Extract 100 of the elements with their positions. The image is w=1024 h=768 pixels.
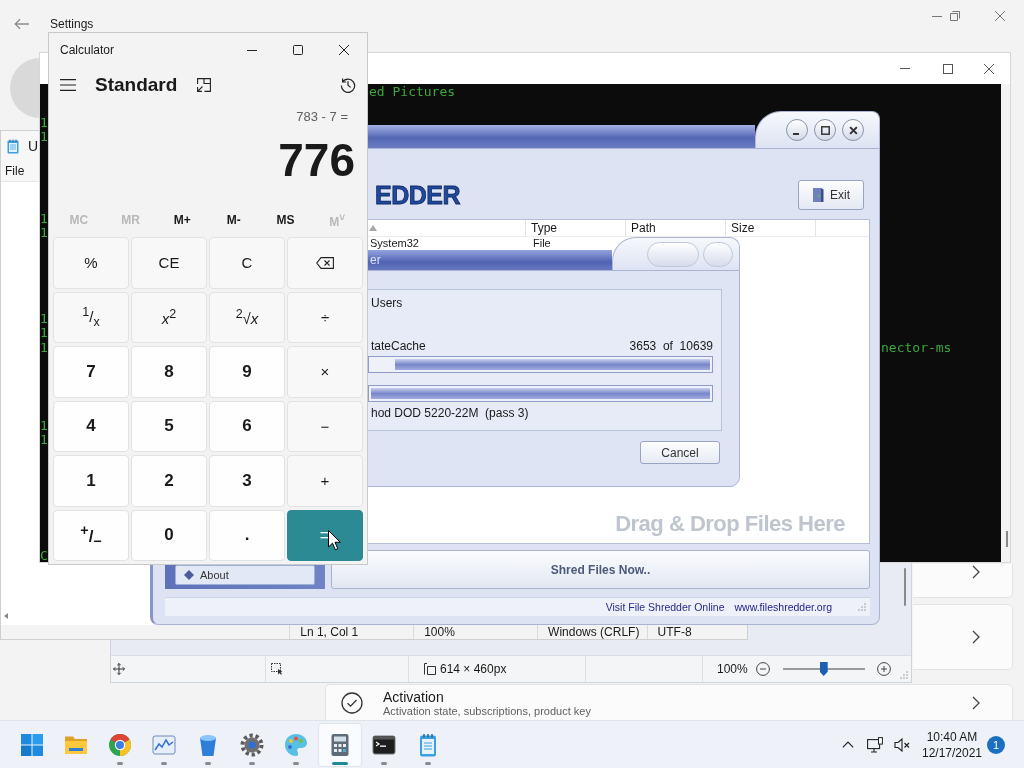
sidebar-button[interactable]: About <box>175 565 315 585</box>
resize-grip-icon[interactable] <box>858 603 866 611</box>
window-title: Settings <box>50 17 94 31</box>
calculator-key[interactable]: $^{+}$/$_{−}$ <box>53 509 129 561</box>
terminal-text: 1 <box>40 225 48 240</box>
scroll-left-icon[interactable] <box>4 612 8 619</box>
chart-window-icon <box>152 732 176 757</box>
canvas-size-text: 614 × 460px <box>440 662 507 676</box>
scrollbar-thumb[interactable] <box>1006 531 1008 547</box>
speaker-muted-icon[interactable] <box>894 736 910 753</box>
notification-badge[interactable]: 1 <box>987 735 1005 754</box>
terminal-text: 1 <box>40 115 48 130</box>
minimize-icon <box>793 132 799 135</box>
terminal-icon <box>372 732 396 757</box>
calculator-key[interactable]: $^{1}$/$_{x}$ <box>53 291 129 343</box>
selection-icon <box>271 663 283 675</box>
calculator-key[interactable]: 3 <box>209 455 285 507</box>
calculator-key[interactable]: 1 <box>53 455 129 507</box>
expression-text: 783 - 7 = <box>295 110 349 124</box>
close-icon[interactable] <box>339 45 349 55</box>
calculator-key[interactable]: × <box>287 346 363 398</box>
maximize-icon[interactable] <box>293 45 303 55</box>
zoom-out-icon[interactable] <box>755 662 770 676</box>
calculator-key[interactable]: CE <box>131 237 207 289</box>
calculator-key[interactable]: 8 <box>131 346 207 398</box>
calculator-key[interactable]: C <box>209 237 285 289</box>
calculator-key[interactable]: 6 <box>209 400 285 452</box>
history-icon[interactable] <box>340 77 356 93</box>
terminal-text: 1 <box>40 432 48 447</box>
zoom-level-text: 100% <box>717 662 748 676</box>
cancel-button[interactable]: Cancel <box>640 441 720 464</box>
calculator-key[interactable]: − <box>287 400 363 452</box>
calculator-key[interactable]: . <box>209 509 285 561</box>
caret-up-icon[interactable] <box>842 741 854 748</box>
column-header[interactable]: Path <box>626 220 726 236</box>
website-link[interactable]: www.fileshredder.org <box>734 601 832 613</box>
chevron-right-icon <box>972 695 980 710</box>
minimize-icon[interactable] <box>899 68 910 69</box>
close-button[interactable] <box>842 119 864 141</box>
menu-icon[interactable] <box>60 79 76 91</box>
clock[interactable]: 10:40 AM 12/17/2021 <box>921 728 983 761</box>
monitor-icon[interactable] <box>867 736 883 753</box>
column-header[interactable]: Size <box>726 220 816 236</box>
keep-on-top-icon[interactable] <box>197 78 212 92</box>
method-text: hod DOD 5220-22M (pass 3) <box>371 406 530 420</box>
calculator-key[interactable]: $^{2}$√x <box>209 291 285 343</box>
sort-arrow-icon[interactable] <box>369 225 377 231</box>
settings-card[interactable]: Activation Activation state, subscriptions, product key <box>325 684 1013 720</box>
result-display: 776 <box>277 133 356 188</box>
card-subtitle: Activation state, subscriptions, product key <box>383 705 591 717</box>
slider-thumb[interactable] <box>819 662 828 676</box>
calculator-key[interactable] <box>287 237 363 289</box>
diamond-icon <box>184 570 194 580</box>
browser-icon <box>108 732 132 757</box>
memory-button[interactable]: MS <box>259 208 312 232</box>
mode-title: Standard <box>95 74 178 96</box>
exit-button[interactable]: Exit <box>798 180 864 210</box>
resize-grip-icon[interactable] <box>900 671 908 679</box>
table-cell-text: System32 <box>369 237 420 249</box>
backspace-icon <box>316 256 334 269</box>
back-arrow-icon[interactable] <box>14 18 30 30</box>
minimize-button[interactable] <box>786 119 808 141</box>
window-title: Calculator <box>60 43 115 57</box>
scrollbar-thumb[interactable] <box>904 568 906 606</box>
calculator-key[interactable]: x$^{2}$ <box>131 291 207 343</box>
close-icon[interactable] <box>984 63 994 74</box>
gear-icon <box>240 732 264 757</box>
maximize-icon[interactable] <box>942 63 953 74</box>
minimize-icon[interactable] <box>247 49 257 51</box>
folder-path-text: Users <box>371 296 404 310</box>
calculator-key[interactable]: 2 <box>131 455 207 507</box>
terminal-text: 1 <box>40 325 48 340</box>
terminal-text: 1 <box>40 211 48 226</box>
calculator-key[interactable]: 4 <box>53 400 129 452</box>
shred-button[interactable]: Shred Files Now.. <box>331 550 870 589</box>
maximize-icon <box>820 125 830 135</box>
column-header[interactable]: Type <box>526 220 626 236</box>
calculator-key[interactable]: + <box>287 455 363 507</box>
window-title: U <box>28 138 39 154</box>
calculator-key[interactable]: 5 <box>131 400 207 452</box>
calculator-key[interactable]: 9 <box>209 346 285 398</box>
window-title: er <box>370 253 381 267</box>
card-title: Activation <box>383 689 445 705</box>
memory-button[interactable]: M- <box>208 208 260 232</box>
file-name-text: tateCache <box>371 339 426 353</box>
restore-icon[interactable] <box>950 11 960 21</box>
memory-button[interactable]: M+ <box>156 208 208 232</box>
maximize-button[interactable] <box>814 119 836 141</box>
calculator-key[interactable]: ÷ <box>287 291 363 343</box>
scrollbar-track[interactable] <box>1001 84 1010 562</box>
check-circle-icon <box>341 691 363 714</box>
app-logo: EDDER <box>375 180 460 210</box>
terminal-text: ed Pictures <box>369 84 456 99</box>
menu-item[interactable]: File <box>5 164 25 178</box>
terminal-text: 1 <box>40 129 48 144</box>
calculator-key[interactable]: 0 <box>131 509 207 561</box>
zoom-in-icon[interactable] <box>876 662 891 676</box>
calculator-key[interactable]: % <box>53 237 129 289</box>
palette-icon <box>284 732 308 757</box>
calculator-key[interactable]: 7 <box>53 346 129 398</box>
